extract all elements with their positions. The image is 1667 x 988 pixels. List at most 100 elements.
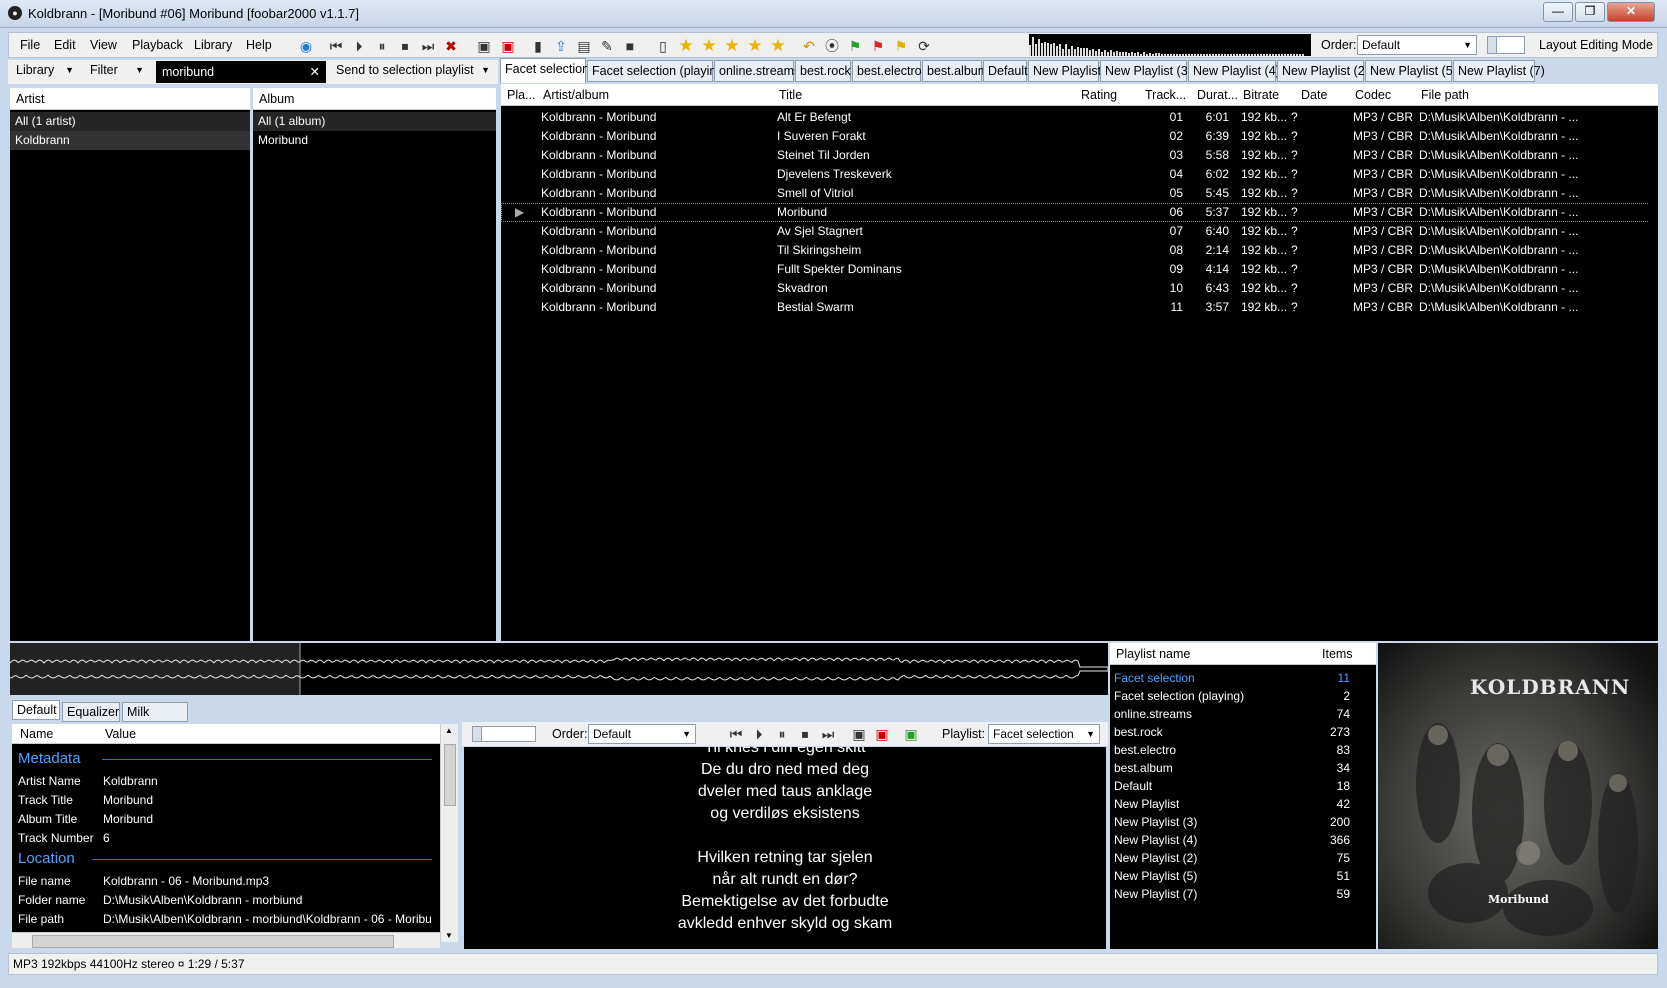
column-header[interactable]: Codec	[1355, 84, 1391, 106]
tab-playlist[interactable]: New Playlist (4)	[1188, 60, 1280, 82]
album-column-header[interactable]: Album	[253, 88, 496, 110]
playlist-row[interactable]: Koldbrann - Moribund Alt Er Befengt 01 6:01…	[501, 108, 1658, 127]
filter-dropdown[interactable]: Filter ▼	[84, 60, 150, 82]
facet-row-all-albums[interactable]: All (1 album)	[253, 112, 496, 131]
tab-default[interactable]: Default	[12, 700, 60, 720]
red-flag-icon[interactable]: ⚑	[869, 37, 887, 55]
column-header[interactable]: Bitrate	[1243, 84, 1279, 106]
properties-vertical-scrollbar[interactable]: ▲ ▼	[440, 724, 458, 942]
column-header[interactable]: Rating	[1081, 84, 1117, 106]
tab-playlist[interactable]: best.electro	[852, 60, 922, 82]
playlist-manager-row[interactable]: New Playlist (5) 51	[1110, 867, 1376, 885]
facet-row-all-artists[interactable]: All (1 artist)	[10, 112, 250, 131]
playlist-row[interactable]: ▶ Koldbrann - Moribund Moribund 06 5:37 192 k…	[501, 203, 1658, 222]
scroll-thumb[interactable]	[444, 744, 456, 806]
name-column-header[interactable]: Name	[20, 724, 53, 744]
record-icon[interactable]: ⦿	[823, 37, 841, 55]
rating-star-2-icon[interactable]: ★	[700, 37, 718, 55]
bookmark-icon[interactable]: ▮	[529, 37, 547, 55]
stop-icon[interactable]: ⏹	[396, 37, 414, 55]
menu-edit[interactable]: Edit	[54, 38, 76, 52]
seek-slider[interactable]	[472, 726, 536, 742]
volume-slider[interactable]	[1487, 36, 1525, 54]
column-header[interactable]: Title	[779, 84, 802, 106]
order-dropdown[interactable]: Default ▼	[588, 724, 696, 744]
stop-icon[interactable]: ⏹	[796, 725, 814, 743]
playlist-manager-row[interactable]: New Playlist (2) 75	[1110, 849, 1376, 867]
new-playlist-icon[interactable]: ▣	[902, 725, 920, 743]
playlist-manager-row[interactable]: New Playlist (4) 366	[1110, 831, 1376, 849]
waveform-seekbar[interactable]	[10, 643, 1108, 695]
properties-horizontal-scrollbar[interactable]	[12, 932, 440, 948]
menu-library[interactable]: Library	[194, 38, 232, 52]
tab-playlist[interactable]: New Playlist (2)	[1277, 60, 1369, 82]
playlist-manager-row[interactable]: best.electro 83	[1110, 741, 1376, 759]
tag-icon[interactable]: ▯	[654, 37, 672, 55]
tab-playlist[interactable]: best.rock	[795, 60, 851, 82]
maximize-button[interactable]: ❐	[1575, 2, 1605, 22]
rating-star-1-icon[interactable]: ★	[677, 37, 695, 55]
playlist-manager-row[interactable]: Facet selection (playing) 2	[1110, 687, 1376, 705]
yellow-flag-icon[interactable]: ⚑	[892, 37, 910, 55]
rating-star-3-icon[interactable]: ★	[723, 37, 741, 55]
playlist-manager-row[interactable]: New Playlist (3) 200	[1110, 813, 1376, 831]
artist-column-header[interactable]: Artist	[10, 88, 250, 110]
facet-row-album[interactable]: Moribund	[253, 131, 496, 150]
tab-playlist[interactable]: New Playlist	[1028, 60, 1101, 82]
refresh-icon[interactable]: ◉	[297, 37, 315, 55]
playlist-row[interactable]: Koldbrann - Moribund Bestial Swarm 11 3:57 1…	[501, 298, 1658, 317]
seek-slider-handle[interactable]	[473, 727, 482, 741]
playlist-row[interactable]: Koldbrann - Moribund Fullt Spekter Domina…	[501, 260, 1658, 279]
console-icon[interactable]: ■	[621, 37, 639, 55]
minimize-button[interactable]: —	[1543, 2, 1573, 22]
playlist-row[interactable]: Koldbrann - Moribund Steinet Til Jorden 03…	[501, 146, 1658, 165]
playlist-row[interactable]: Koldbrann - Moribund Smell of Vitriol 05 5:…	[501, 184, 1658, 203]
playlist-manager-row[interactable]: online.streams 74	[1110, 705, 1376, 723]
mute-icon[interactable]: ✖	[442, 37, 460, 55]
play-icon[interactable]: ⏵	[750, 725, 768, 743]
scroll-down-icon[interactable]: ▼	[445, 931, 453, 940]
playlist-manager-row[interactable]: best.rock 273	[1110, 723, 1376, 741]
items-header[interactable]: Items	[1322, 643, 1353, 665]
column-header[interactable]: Date	[1301, 84, 1327, 106]
menu-view[interactable]: View	[90, 38, 117, 52]
next-icon[interactable]: ⏭	[419, 37, 437, 55]
column-header[interactable]: Pla...	[507, 84, 536, 106]
undo-icon[interactable]: ↶	[800, 37, 818, 55]
add-playlist-icon[interactable]: ▣	[475, 37, 493, 55]
facet-row-artist[interactable]: Koldbrann	[10, 131, 250, 150]
playlist-manager-row[interactable]: Facet selection 11	[1110, 669, 1376, 687]
playlist-dropdown[interactable]: Facet selection ▼	[988, 724, 1100, 744]
column-header[interactable]: Artist/album	[543, 84, 609, 106]
tab-milkdrop[interactable]: Milk Drop2	[122, 702, 188, 737]
upload-icon[interactable]: ⇪	[552, 37, 570, 55]
pause-icon[interactable]: ⏸	[773, 725, 791, 743]
order-dropdown[interactable]: Default ▼	[1357, 35, 1477, 55]
remove-playlist-icon[interactable]: ▣	[499, 37, 517, 55]
tab-equalizer[interactable]: Equalizer	[62, 702, 120, 722]
menu-help[interactable]: Help	[246, 38, 272, 52]
rating-star-4-icon[interactable]: ★	[746, 37, 764, 55]
previous-icon[interactable]: ⏮	[727, 725, 745, 743]
tab-playlist[interactable]: online.streams	[714, 60, 800, 82]
save-icon[interactable]: ▤	[575, 37, 593, 55]
playlist-row[interactable]: Koldbrann - Moribund Skvadron 10 6:43 192 kb…	[501, 279, 1658, 298]
tab-playlist[interactable]: Facet selection	[500, 58, 589, 83]
tools-icon[interactable]: ✎	[598, 37, 616, 55]
tab-playlist[interactable]: New Playlist (7)	[1453, 60, 1545, 82]
add-playlist-icon[interactable]: ▣	[850, 725, 868, 743]
remove-playlist-icon[interactable]: ▣	[873, 725, 891, 743]
reload-icon[interactable]: ⟳	[915, 37, 933, 55]
pause-icon[interactable]: ⏸	[373, 37, 391, 55]
column-header[interactable]: Durat...	[1197, 84, 1238, 106]
playlist-name-header[interactable]: Playlist name	[1116, 643, 1190, 665]
tab-playlist[interactable]: Facet selection (playing)	[587, 60, 727, 82]
playlist-manager-row[interactable]: best.album 34	[1110, 759, 1376, 777]
close-button[interactable]: ✕	[1607, 2, 1655, 22]
tab-playlist[interactable]: New Playlist (3)	[1100, 60, 1192, 82]
scroll-up-icon[interactable]: ▲	[445, 726, 453, 735]
rating-star-5-icon[interactable]: ★	[769, 37, 787, 55]
playlist-row[interactable]: Koldbrann - Moribund Av Sjel Stagnert 07 6:…	[501, 222, 1658, 241]
clear-search-icon[interactable]: ✕	[310, 61, 320, 83]
send-to-selection-playlist-button[interactable]: Send to selection playlist ▼	[330, 60, 496, 82]
